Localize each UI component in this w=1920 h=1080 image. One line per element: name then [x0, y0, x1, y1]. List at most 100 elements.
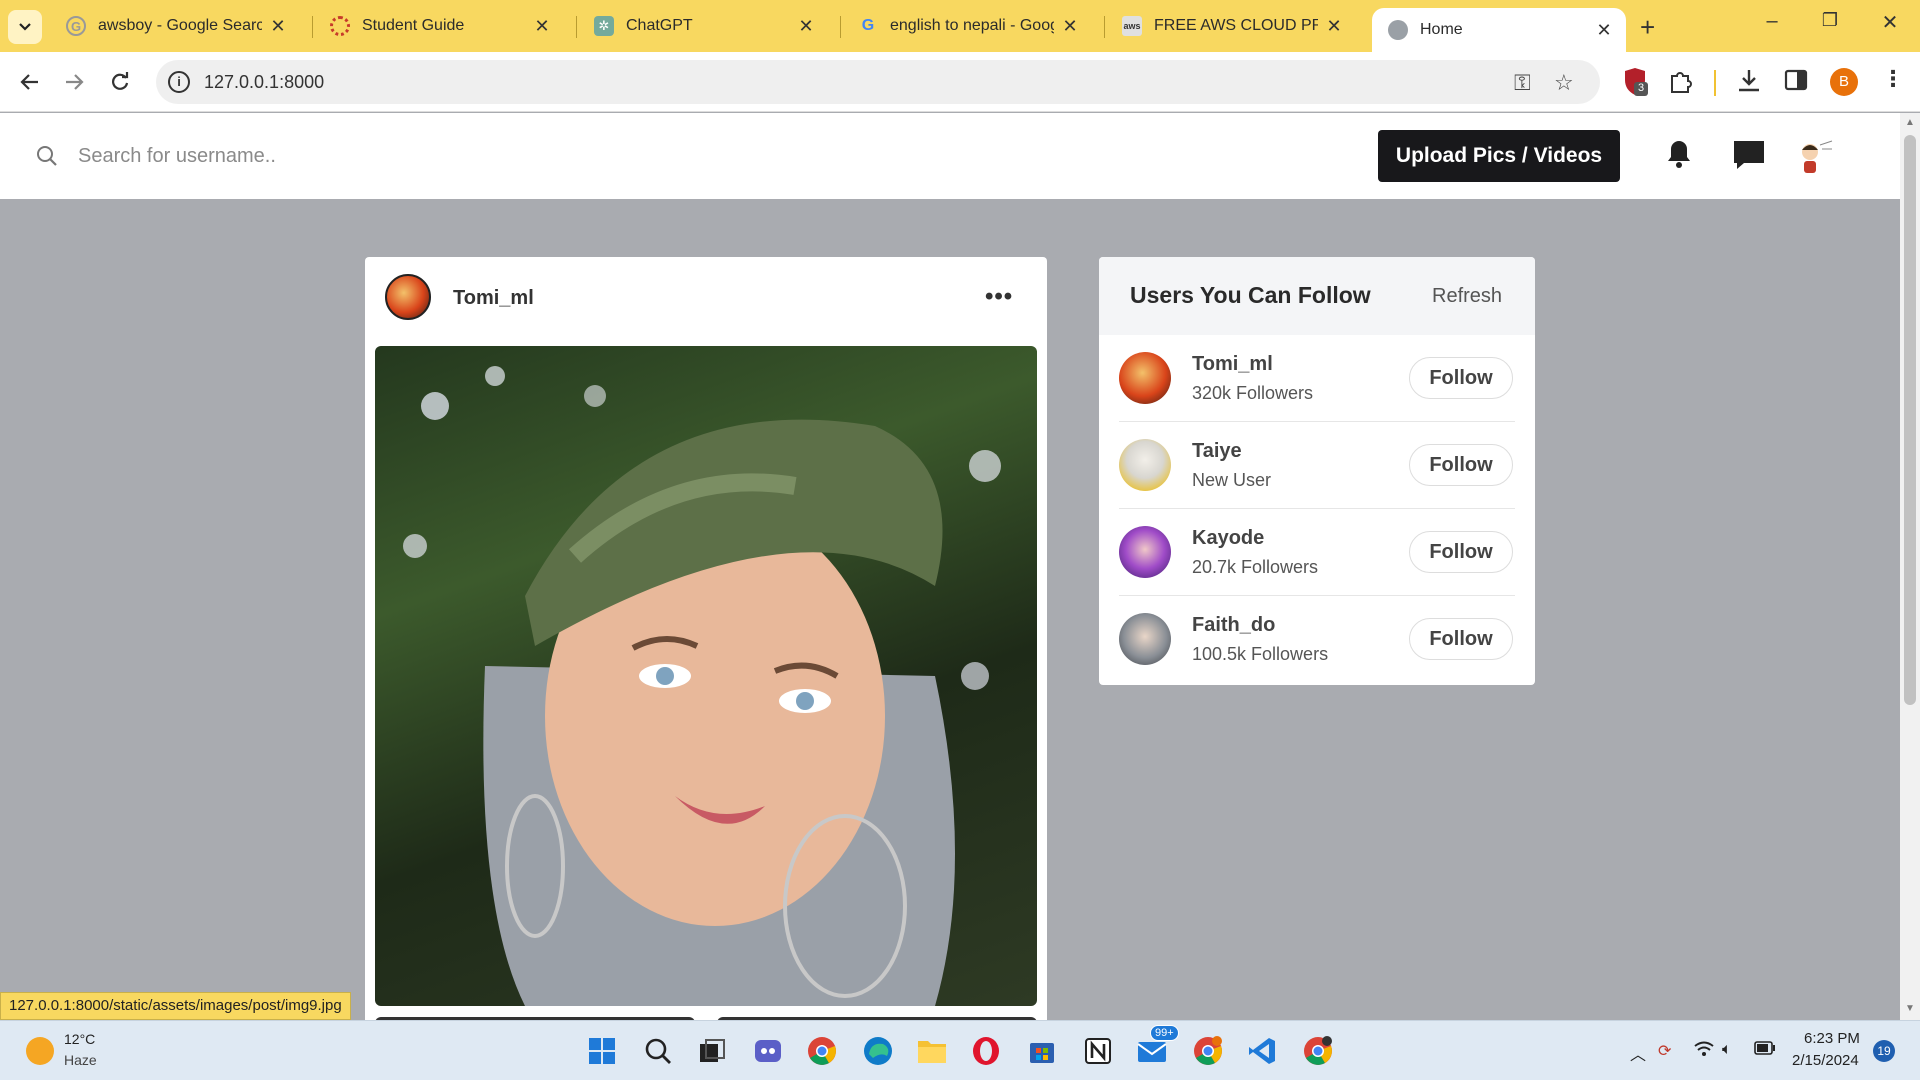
address-url[interactable]: 127.0.0.1:8000	[204, 72, 324, 93]
upload-button[interactable]: Upload Pics / Videos	[1378, 130, 1620, 182]
microsoft-store-icon[interactable]	[1026, 1035, 1058, 1067]
chrome-profile-icon[interactable]	[1192, 1035, 1224, 1067]
task-view-icon[interactable]	[696, 1035, 728, 1067]
windows-start-icon[interactable]	[586, 1035, 618, 1067]
windows-taskbar: 12°C Haze 99+ ︿ ⟳ 🔈︎ 6:23 PM 2/15/2024 1…	[0, 1020, 1920, 1080]
message-icon[interactable]	[1732, 139, 1766, 171]
battery-icon[interactable]	[1754, 1041, 1776, 1060]
username-search-input[interactable]	[78, 137, 578, 175]
suggestion-name[interactable]: Taiye	[1192, 440, 1242, 463]
tab-home[interactable]: Home ✕	[1372, 8, 1626, 52]
refresh-button[interactable]: Refresh	[1432, 285, 1502, 308]
user-avatar-icon[interactable]	[1794, 137, 1834, 177]
opera-icon[interactable]	[970, 1035, 1002, 1067]
bell-icon[interactable]	[1666, 139, 1692, 169]
tab-title: ChatGPT	[626, 17, 693, 34]
follow-button[interactable]: Follow	[1409, 357, 1513, 399]
page-scrollbar[interactable]: ▲ ▼	[1900, 113, 1920, 1020]
file-explorer-icon[interactable]	[916, 1035, 948, 1067]
teams-chat-icon[interactable]	[752, 1035, 784, 1067]
more-options-icon[interactable]: •••	[985, 283, 1013, 311]
link-status-bubble: 127.0.0.1:8000/static/assets/images/post…	[0, 992, 351, 1020]
suggestion-avatar[interactable]	[1119, 613, 1171, 665]
extensions-puzzle-icon[interactable]	[1668, 68, 1694, 99]
weather-description[interactable]: Haze	[64, 1052, 97, 1068]
vscode-icon[interactable]	[1246, 1035, 1278, 1067]
tab-english-to-nepali[interactable]: G english to nepali - Googl ✕	[842, 9, 1092, 43]
suggestion-avatar[interactable]	[1119, 526, 1171, 578]
volume-icon[interactable]: 🔈︎	[1722, 1041, 1732, 1059]
notification-count[interactable]: 19	[1873, 1040, 1895, 1062]
tab-student-guide[interactable]: Student Guide ✕	[314, 9, 564, 43]
post-image[interactable]	[375, 346, 1037, 1006]
chrome-icon[interactable]	[806, 1035, 838, 1067]
new-tab-button[interactable]: +	[1640, 12, 1655, 43]
tab-search-button[interactable]	[8, 10, 42, 44]
suggestion-name[interactable]: Faith_do	[1192, 614, 1275, 637]
close-icon[interactable]: ✕	[532, 16, 552, 37]
notion-icon[interactable]	[1082, 1035, 1114, 1067]
follow-suggestions-title: Users You Can Follow	[1130, 282, 1371, 308]
suggestion-avatar[interactable]	[1119, 352, 1171, 404]
tab-divider	[840, 16, 841, 38]
menu-kebab-icon[interactable]: ⋮	[1882, 66, 1904, 92]
close-icon[interactable]: ✕	[1324, 16, 1344, 37]
follow-button[interactable]: Follow	[1409, 618, 1513, 660]
profile-avatar[interactable]: B	[1830, 68, 1858, 96]
post-username[interactable]: Tomi_ml	[453, 287, 534, 310]
suggestion-row: Faith_do 100.5k Followers Follow	[1119, 596, 1515, 683]
extension-shield-icon[interactable]: 3	[1622, 68, 1648, 101]
google-icon: G	[66, 16, 86, 36]
suggestion-name[interactable]: Kayode	[1192, 527, 1264, 550]
chevron-up-icon[interactable]: ︿	[1630, 1041, 1646, 1065]
clock-date[interactable]: 2/15/2024	[1792, 1052, 1859, 1069]
tab-awsboy[interactable]: G awsboy - Google Search ✕	[50, 9, 300, 43]
close-icon[interactable]: ✕	[1060, 16, 1080, 37]
search-icon[interactable]	[642, 1035, 674, 1067]
post-author-avatar[interactable]	[385, 274, 431, 320]
chatgpt-icon: ✲	[594, 16, 614, 36]
close-icon[interactable]: ✕	[1594, 20, 1614, 41]
forward-button[interactable]	[58, 66, 90, 98]
weather-haze-icon[interactable]	[26, 1037, 54, 1065]
weather-temperature[interactable]: 12°C	[64, 1031, 95, 1047]
tab-aws-course[interactable]: aws FREE AWS CLOUD PRACT ✕	[1106, 9, 1356, 43]
suggestion-followers: 20.7k Followers	[1192, 557, 1319, 577]
edge-icon[interactable]	[862, 1035, 894, 1067]
minimize-button[interactable]: –	[1752, 10, 1792, 33]
close-icon[interactable]: ✕	[796, 16, 816, 37]
scroll-down-arrow-icon[interactable]: ▼	[1905, 1003, 1915, 1014]
address-bar[interactable]: i 127.0.0.1:8000 ⚿ ☆	[156, 60, 1600, 104]
browser-tab-bar: G awsboy - Google Search ✕ Student Guide…	[0, 0, 1920, 52]
side-panel-icon[interactable]	[1784, 68, 1808, 97]
star-icon[interactable]: ☆	[1554, 70, 1574, 96]
wifi-icon[interactable]	[1694, 1041, 1714, 1062]
key-icon[interactable]: ⚿	[1514, 70, 1531, 96]
clock-time[interactable]: 6:23 PM	[1804, 1030, 1860, 1047]
sync-icon[interactable]: ⟳	[1658, 1041, 1671, 1061]
follow-suggestions-card: Users You Can Follow Refresh Tomi_ml 320…	[1099, 257, 1535, 685]
suggestion-followers: 100.5k Followers	[1192, 644, 1329, 664]
window-close-button[interactable]: ✕	[1870, 10, 1910, 35]
close-icon[interactable]: ✕	[268, 16, 288, 37]
tab-divider	[1104, 16, 1105, 38]
arrow-left-icon	[20, 74, 38, 90]
scrollbar-thumb[interactable]	[1904, 135, 1916, 705]
restore-button[interactable]: ❐	[1810, 10, 1850, 31]
chrome-dev-icon[interactable]	[1302, 1035, 1334, 1067]
follow-button[interactable]: Follow	[1409, 444, 1513, 486]
follow-button[interactable]: Follow	[1409, 531, 1513, 573]
tab-chatgpt[interactable]: ✲ ChatGPT ✕	[578, 9, 828, 43]
scroll-up-arrow-icon[interactable]: ▲	[1905, 117, 1915, 128]
reload-button[interactable]	[104, 66, 136, 98]
download-icon[interactable]	[1736, 68, 1762, 99]
back-button[interactable]	[14, 66, 46, 98]
tab-title: english to nepali - Googl	[890, 17, 1054, 34]
mail-icon[interactable]: 99+	[1136, 1025, 1179, 1067]
tab-title: awsboy - Google Search	[98, 17, 262, 34]
page-viewport: Upload Pics / Videos Tomi_ml •••	[0, 113, 1900, 1020]
tab-divider	[576, 16, 577, 38]
suggestion-name[interactable]: Tomi_ml	[1192, 353, 1273, 376]
suggestion-avatar[interactable]	[1119, 439, 1171, 491]
site-info-icon[interactable]: i	[168, 71, 190, 93]
